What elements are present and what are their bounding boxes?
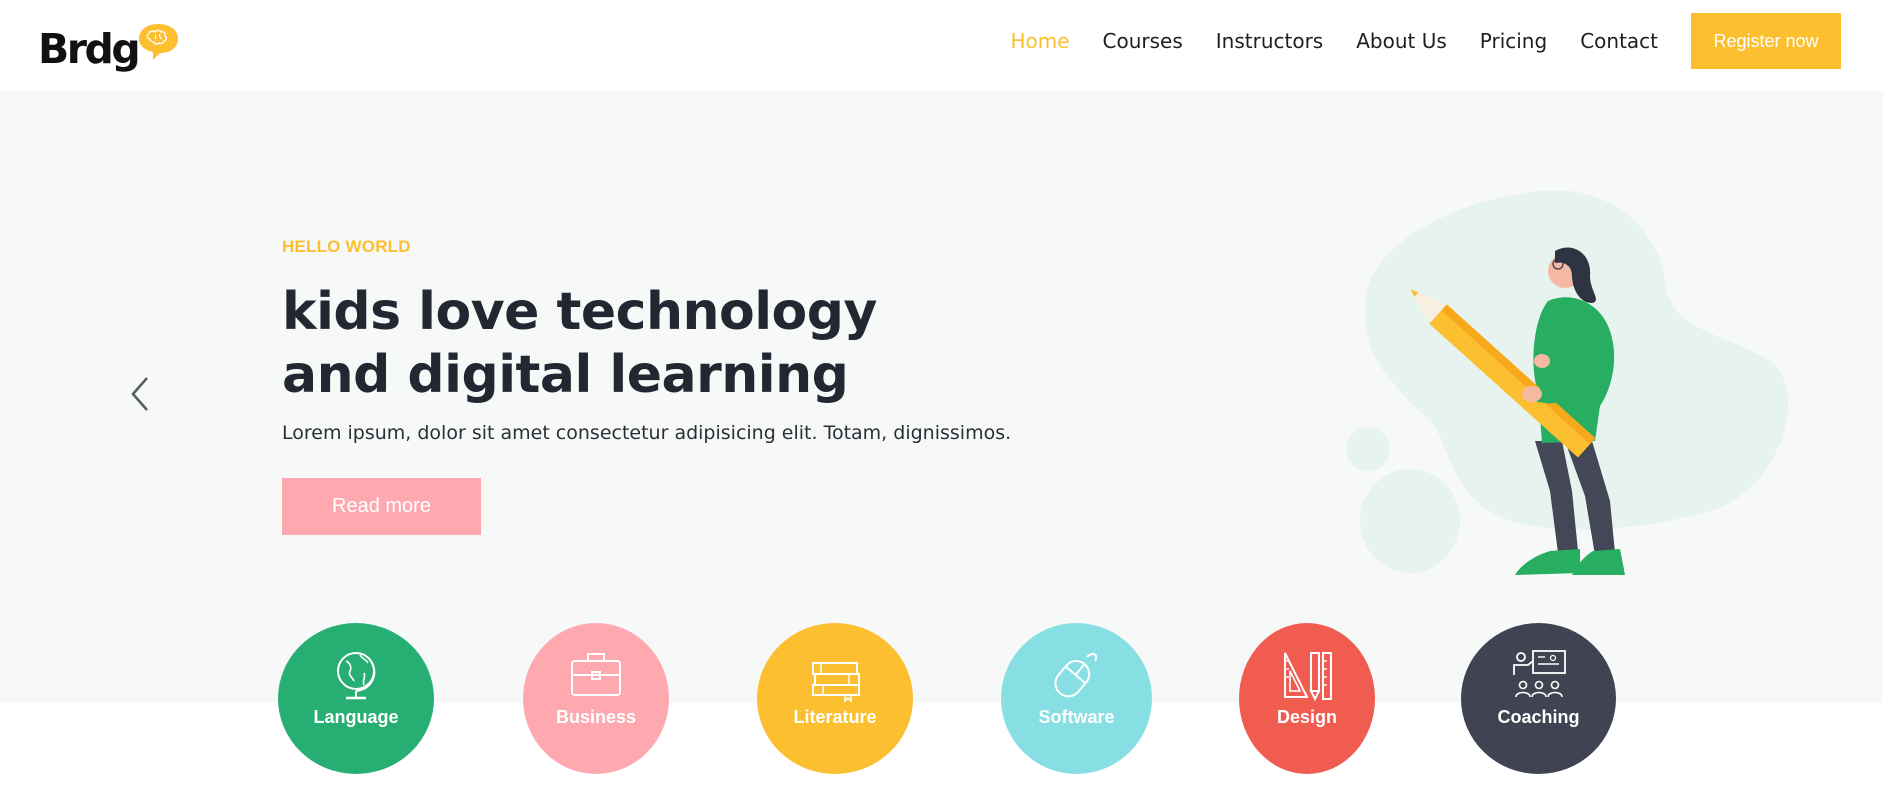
hero-text: Lorem ipsum, dolor sit amet consectetur …: [282, 422, 1012, 444]
nav-instructors[interactable]: Instructors: [1216, 29, 1323, 53]
register-button[interactable]: Register now: [1691, 13, 1841, 69]
hero-illustration: [1346, 191, 1788, 575]
nav-home[interactable]: Home: [1010, 29, 1069, 53]
logo[interactable]: Brdg: [38, 22, 180, 76]
category-label: Software: [1038, 707, 1115, 727]
hero-eyebrow: HELLO WORLD: [282, 237, 411, 256]
read-more-button[interactable]: Read more: [282, 478, 481, 535]
hero-title: kids love technology and digital learnin…: [282, 282, 877, 405]
category-software[interactable]: Software: [1001, 623, 1152, 774]
globe-icon: [337, 652, 376, 700]
nav-pricing[interactable]: Pricing: [1480, 29, 1547, 53]
category-label: Coaching: [1497, 707, 1580, 727]
category-coaching[interactable]: Coaching: [1461, 623, 1616, 774]
category-label: Literature: [793, 707, 877, 727]
category-language[interactable]: Language: [278, 623, 434, 774]
category-label: Design: [1276, 707, 1337, 727]
nav-courses[interactable]: Courses: [1103, 29, 1183, 53]
chevron-left-icon[interactable]: [127, 374, 157, 414]
mouse-icon: [1053, 653, 1097, 698]
category-business[interactable]: Business: [523, 623, 669, 774]
logo-text: Brdg: [38, 25, 141, 73]
brain-bubble-icon: [139, 24, 179, 60]
hero-section: HELLO WORLD kids love technology and dig…: [0, 91, 1883, 703]
category-design[interactable]: Design: [1239, 623, 1375, 774]
nav-contact[interactable]: Contact: [1580, 29, 1658, 53]
main-nav: Home Courses Instructors About Us Pricin…: [1010, 13, 1841, 69]
category-label: Language: [313, 707, 399, 727]
category-label: Business: [555, 707, 637, 727]
ruler-pencil-icon: [1284, 652, 1332, 702]
briefcase-icon: [571, 653, 621, 696]
nav-about-us[interactable]: About Us: [1356, 29, 1447, 53]
site-header: Brdg Home Courses Instructors About Us P…: [0, 0, 1883, 91]
category-literature[interactable]: Literature: [757, 623, 913, 774]
classroom-icon: [1512, 650, 1566, 698]
books-icon: [812, 662, 860, 703]
